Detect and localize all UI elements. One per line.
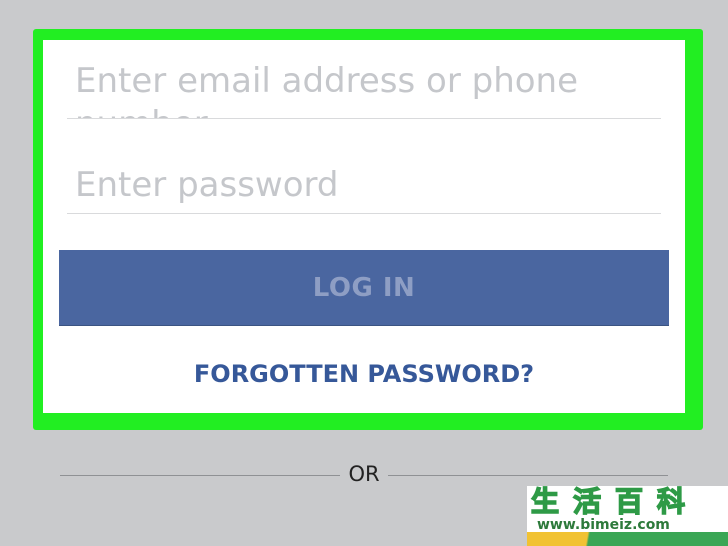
watermark-stripe: [527, 532, 728, 546]
email-placeholder: Enter email address or phone number: [75, 61, 579, 118]
watermark-logo-text: 生活百科: [530, 486, 700, 518]
password-field[interactable]: Enter password: [67, 158, 661, 214]
watermark-logo: 生活百科 www.bimeiz.com: [527, 486, 728, 546]
login-card: Enter email address or phone number Ente…: [43, 40, 685, 413]
email-field[interactable]: Enter email address or phone number: [67, 52, 661, 119]
forgot-password-link[interactable]: FORGOTTEN PASSWORD?: [43, 360, 685, 388]
watermark-url: www.bimeiz.com: [537, 517, 670, 533]
divider-or-text: OR: [348, 462, 380, 486]
divider-line-right: [388, 475, 668, 476]
divider-line-left: [60, 475, 340, 476]
password-placeholder: Enter password: [75, 165, 339, 205]
login-button[interactable]: LOG IN: [59, 250, 669, 326]
login-button-label: LOG IN: [312, 272, 416, 303]
